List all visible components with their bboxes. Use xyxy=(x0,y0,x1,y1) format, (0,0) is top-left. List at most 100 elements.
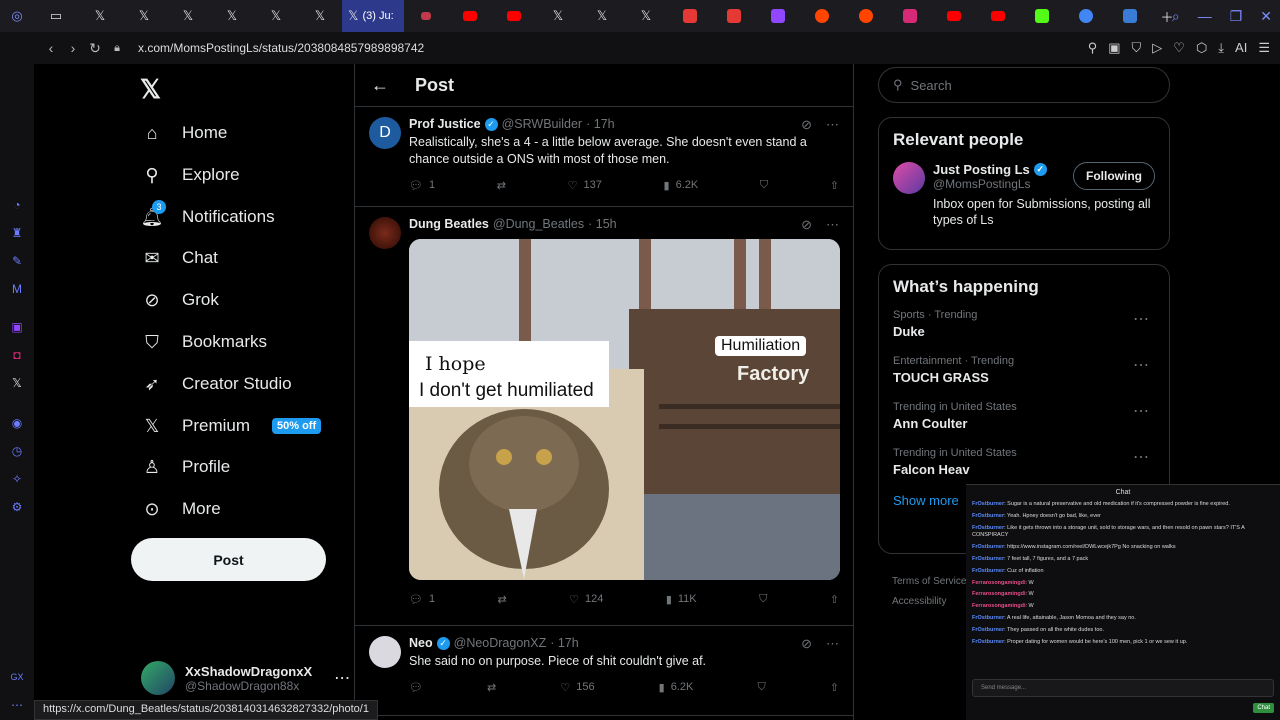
search-input[interactable]: ⚲ Search xyxy=(878,67,1170,103)
tweet-author-name[interactable]: Neo xyxy=(409,636,433,650)
tweet-time[interactable]: · 17h xyxy=(550,636,579,650)
heart-icon[interactable]: ♡ xyxy=(1173,40,1185,56)
tweet-author-handle[interactable]: @NeoDragonXZ xyxy=(454,636,547,650)
play-icon[interactable]: ▷ xyxy=(1152,40,1162,56)
tab-x-icon[interactable]: 𝕏 xyxy=(624,0,668,32)
bookmark-button[interactable]: ⛉ xyxy=(757,681,765,694)
close-icon[interactable]: ✕ xyxy=(1260,8,1272,25)
reply-button[interactable]: 💬︎ 1 xyxy=(409,179,435,192)
maximize-icon[interactable]: ❐ xyxy=(1230,8,1243,25)
chat-user[interactable]: FrOstburner xyxy=(972,556,1004,562)
share-button[interactable]: ⇧ xyxy=(830,179,839,192)
chat-user[interactable]: Ferrarosongamingdi xyxy=(972,603,1025,609)
aria-icon[interactable]: ◔ xyxy=(10,198,24,212)
more-icon[interactable]: ⋯ xyxy=(1133,355,1149,375)
nav-profile[interactable]: ♙ Profile xyxy=(140,446,230,488)
history-icon[interactable]: ◷ xyxy=(10,444,24,458)
chat-user[interactable]: Ferrarosongamingdi xyxy=(972,580,1025,586)
pin-icon[interactable]: ⚲ xyxy=(1088,40,1098,56)
more-icon[interactable]: ⋯ xyxy=(1133,401,1149,421)
post-button[interactable]: Post xyxy=(131,538,326,581)
minimize-icon[interactable]: — xyxy=(1198,8,1212,24)
more-icon[interactable]: ⋯ xyxy=(826,217,839,233)
twitch-icon[interactable]: ▣ xyxy=(10,320,24,334)
reply-button[interactable]: 💬︎ xyxy=(409,681,423,694)
trend-item[interactable]: Trending in United States Falcon Heav ⋯ xyxy=(893,447,1155,477)
grok-icon[interactable]: ⊘ xyxy=(801,636,812,652)
tweet[interactable]: Dung Beatles @Dung_Beatles · 15h ⊘ ⋯ I h… xyxy=(355,207,853,626)
share-button[interactable]: ⇧ xyxy=(830,681,839,694)
nav-home[interactable]: ⌂ Home xyxy=(140,112,228,154)
more-icon[interactable]: ⋯ xyxy=(1133,309,1149,329)
grok-icon[interactable]: ⊘ xyxy=(801,117,812,133)
tweet[interactable]: D Prof Justice ✓ @SRWBuilder · 17h ⊘ ⋯ Re… xyxy=(355,107,853,207)
like-button[interactable]: ♡ 124 xyxy=(569,593,603,606)
tab-youtube-icon[interactable] xyxy=(448,0,492,32)
tab-x-icon[interactable]: 𝕏 xyxy=(298,0,342,32)
more-icon[interactable]: ⋯ xyxy=(1133,447,1149,467)
repost-button[interactable]: ⇄ xyxy=(487,681,496,694)
repost-button[interactable]: ⇄ xyxy=(498,593,507,606)
extensions-icon[interactable]: ✧ xyxy=(10,472,24,486)
tab-reddit-icon[interactable] xyxy=(800,0,844,32)
following-button[interactable]: Following xyxy=(1073,162,1155,190)
nav-notifications[interactable]: 🔔︎ 3 Notifications xyxy=(140,196,275,238)
x-logo-icon[interactable]: 𝕏 xyxy=(140,74,161,105)
back-arrow-icon[interactable]: ← xyxy=(371,75,389,96)
tab-twitch-icon[interactable] xyxy=(756,0,800,32)
m-icon[interactable]: M xyxy=(10,282,24,296)
nav-explore[interactable]: ⚲ Explore xyxy=(140,154,239,196)
tweet-author-handle[interactable]: @SRWBuilder xyxy=(502,117,583,131)
tab-google-icon[interactable] xyxy=(1064,0,1108,32)
avatar[interactable] xyxy=(369,217,401,249)
chat-user[interactable]: FrOstburner xyxy=(972,501,1004,507)
reload-icon[interactable]: ↻ xyxy=(84,40,106,57)
nav-more[interactable]: ⊙ More xyxy=(140,488,220,530)
tab-x-icon[interactable]: 𝕏 xyxy=(78,0,122,32)
tab-play-icon[interactable] xyxy=(668,0,712,32)
tab-x-icon[interactable]: 𝕏 xyxy=(210,0,254,32)
opera-menu-icon[interactable]: ◎ xyxy=(0,0,34,32)
nav-bookmarks[interactable]: ⛉ Bookmarks xyxy=(140,321,267,363)
like-button[interactable]: ♡ 156 xyxy=(560,681,594,694)
tab-youtube-icon[interactable] xyxy=(932,0,976,32)
tab-x-icon[interactable]: 𝕏 xyxy=(166,0,210,32)
shield-icon[interactable]: ⛉ xyxy=(1132,40,1142,56)
chat-user[interactable]: FrOstburner xyxy=(972,525,1004,531)
bot-icon[interactable]: ♜ xyxy=(10,226,24,240)
nav-creator-studio[interactable]: ➶ Creator Studio xyxy=(140,363,291,405)
account-more-icon[interactable]: ⋯ xyxy=(334,668,350,688)
avatar[interactable] xyxy=(369,636,401,668)
settings-icon[interactable]: ⚙ xyxy=(10,500,24,514)
avatar[interactable] xyxy=(893,162,925,194)
menu-icon[interactable]: ☰ xyxy=(1258,40,1270,56)
gx-icon[interactable]: GX xyxy=(10,672,24,686)
chat-send-input[interactable]: Send message... xyxy=(972,679,1274,697)
tab-reddit-icon[interactable] xyxy=(844,0,888,32)
like-button[interactable]: ♡ 137 xyxy=(568,179,602,192)
more-icon[interactable]: ⋯ xyxy=(826,117,839,133)
tab-play-icon[interactable] xyxy=(712,0,756,32)
player-icon[interactable]: ◉ xyxy=(10,416,24,430)
tweet-image[interactable]: I hope I don't get humiliated Humiliatio… xyxy=(409,239,840,580)
tab-youtube-icon[interactable] xyxy=(976,0,1020,32)
tweet-author-name[interactable]: Prof Justice xyxy=(409,117,481,131)
chat-user[interactable]: Ferrarosongamingdi xyxy=(972,591,1025,597)
tweet-time[interactable]: · 15h xyxy=(588,217,617,231)
nav-chat[interactable]: ✉ Chat xyxy=(140,237,217,279)
account-switcher[interactable]: XxShadowDragonxX @ShadowDragon88x ⋯ xyxy=(141,661,350,695)
reply-button[interactable]: 💬︎ 1 xyxy=(409,593,435,606)
views-button[interactable]: ▮ 6.2K xyxy=(659,681,694,694)
relevant-person-name[interactable]: Just Posting Ls xyxy=(933,162,1030,177)
ai-button[interactable]: AI xyxy=(1235,40,1247,56)
accessibility-link[interactable]: Accessibility xyxy=(892,592,966,612)
chat-user[interactable]: FrOstburner xyxy=(972,627,1004,633)
tweet-time[interactable]: · 17h xyxy=(586,117,615,131)
tab-x-icon[interactable]: 𝕏 xyxy=(254,0,298,32)
tweet[interactable]: Neo ✓ @NeoDragonXZ · 17h ⊘ ⋯ She said no … xyxy=(355,626,853,716)
tab-x-icon[interactable]: 𝕏 xyxy=(122,0,166,32)
chat-send-button[interactable]: Chat xyxy=(1253,703,1274,713)
x-icon[interactable]: 𝕏 xyxy=(10,376,24,390)
tab-x-icon[interactable]: 𝕏 xyxy=(580,0,624,32)
nav-grok[interactable]: ⊘ Grok xyxy=(140,279,218,321)
